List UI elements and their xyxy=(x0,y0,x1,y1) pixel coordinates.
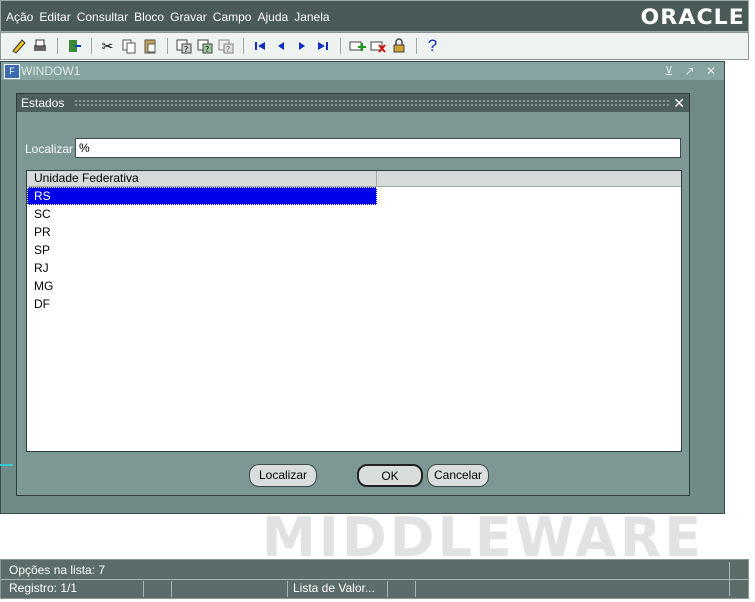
list-item[interactable]: DF xyxy=(27,295,377,313)
lov-dialog: Estados ✕ Localizar Unidade Federativa R… xyxy=(16,93,690,496)
svg-text:?: ? xyxy=(184,45,188,54)
toolbar: ✂ ? ? ? ? xyxy=(0,32,749,60)
status-record: Registro: 1/1 xyxy=(9,581,78,595)
status-divider xyxy=(1,579,748,580)
status-separator xyxy=(729,562,730,596)
status-separator xyxy=(287,581,288,597)
close-icon[interactable]: ✕ xyxy=(673,94,685,112)
menu-consultar[interactable]: Consultar xyxy=(77,10,128,24)
form-icon: F xyxy=(4,64,20,79)
menu-bar: Ação Editar Consultar Bloco Gravar Campo… xyxy=(0,0,749,32)
previous-record-icon[interactable] xyxy=(271,37,290,56)
status-bar: Opções na lista: 7 Registro: 1/1 Lista d… xyxy=(0,559,749,599)
toolbar-separator xyxy=(340,38,341,54)
cut-icon[interactable]: ✂ xyxy=(98,37,117,56)
menu-acao[interactable]: Ação xyxy=(6,10,33,24)
window-title: WINDOW1 xyxy=(21,64,81,78)
menu: Ação Editar Consultar Bloco Gravar Campo… xyxy=(6,10,336,24)
svg-text:?: ? xyxy=(205,45,209,54)
status-separator xyxy=(415,581,416,597)
menu-bloco[interactable]: Bloco xyxy=(134,10,164,24)
insert-record-icon[interactable] xyxy=(347,37,366,56)
paste-icon[interactable] xyxy=(140,37,159,56)
status-separator xyxy=(171,581,172,597)
next-record-icon[interactable] xyxy=(292,37,311,56)
toolbar-separator xyxy=(416,38,417,54)
menu-editar[interactable]: Editar xyxy=(39,10,70,24)
menu-ajuda[interactable]: Ajuda xyxy=(257,10,288,24)
list-item[interactable]: MG xyxy=(27,277,377,295)
list-item[interactable]: SC xyxy=(27,205,377,223)
status-separator xyxy=(143,581,144,597)
delete-record-icon[interactable] xyxy=(368,37,387,56)
status-options-count: Opções na lista: 7 xyxy=(9,563,106,577)
list-item[interactable]: RS xyxy=(27,187,377,205)
menu-gravar[interactable]: Gravar xyxy=(170,10,207,24)
cancel-query-icon[interactable]: ? xyxy=(216,37,235,56)
save-icon[interactable] xyxy=(9,37,28,56)
toolbar-separator xyxy=(243,38,244,54)
find-input[interactable] xyxy=(75,138,681,158)
list-rows: RS SC PR SP RJ MG DF xyxy=(27,187,681,313)
menu-janela[interactable]: Janela xyxy=(294,10,329,24)
dialog-title: Estados xyxy=(21,96,65,110)
svg-text:?: ? xyxy=(226,45,230,54)
list-header: Unidade Federativa xyxy=(27,171,681,187)
column-header-uf[interactable]: Unidade Federativa xyxy=(27,171,377,186)
print-icon[interactable] xyxy=(30,37,49,56)
find-label: Localizar xyxy=(25,142,74,156)
lov-list[interactable]: Unidade Federativa RS SC PR SP RJ MG DF xyxy=(26,170,682,452)
ok-button[interactable]: OK xyxy=(357,464,423,487)
window-controls[interactable]: ⊻ ↗ ✕ xyxy=(664,62,720,80)
canvas-marker xyxy=(0,464,13,466)
first-record-icon[interactable] xyxy=(250,37,269,56)
toolbar-separator xyxy=(167,38,168,54)
enter-query-icon[interactable]: ? xyxy=(174,37,193,56)
status-separator xyxy=(387,581,388,597)
toolbar-separator xyxy=(57,38,58,54)
list-item[interactable]: RJ xyxy=(27,259,377,277)
find-button[interactable]: Localizar xyxy=(249,464,317,487)
menu-campo[interactable]: Campo xyxy=(213,10,252,24)
execute-query-icon[interactable]: ? xyxy=(195,37,214,56)
toolbar-separator xyxy=(91,38,92,54)
lock-record-icon[interactable] xyxy=(389,37,408,56)
cancel-button[interactable]: Cancelar xyxy=(427,464,489,487)
exit-icon[interactable] xyxy=(64,37,83,56)
status-mode: Lista de Valor... xyxy=(293,581,375,595)
window-title-bar[interactable]: F WINDOW1 ⊻ ↗ ✕ xyxy=(1,62,724,80)
last-record-icon[interactable] xyxy=(313,37,332,56)
dialog-title-bar[interactable]: Estados ✕ xyxy=(17,94,689,112)
copy-icon[interactable] xyxy=(119,37,138,56)
oracle-logo: ORACLE xyxy=(640,5,745,29)
title-bar-pattern xyxy=(74,99,671,107)
help-icon[interactable]: ? xyxy=(423,36,442,56)
list-item[interactable]: SP xyxy=(27,241,377,259)
list-item[interactable]: PR xyxy=(27,223,377,241)
